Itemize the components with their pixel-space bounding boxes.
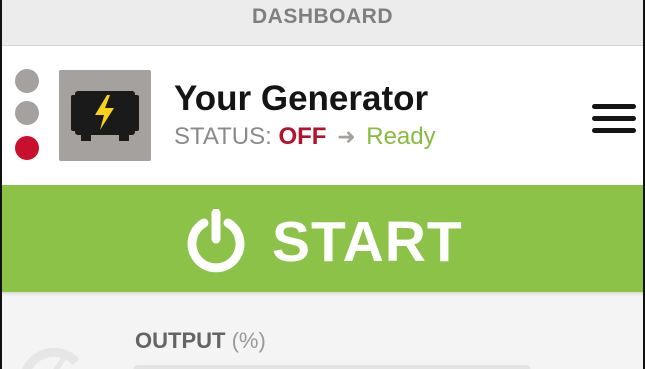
output-bar xyxy=(133,365,531,369)
start-button[interactable]: START xyxy=(2,185,643,292)
status-line: STATUS: OFF ➜ Ready xyxy=(174,123,436,151)
title-bar: DASHBOARD xyxy=(2,0,643,46)
app-screen: DASHBOARD Your Generator STATUS: OFF ➜ R… xyxy=(0,0,645,369)
power-icon xyxy=(187,209,245,273)
page-title: DASHBOARD xyxy=(252,5,393,28)
output-panel xyxy=(2,292,643,369)
status-label: STATUS: xyxy=(174,123,272,150)
output-title: OUTPUT (%) xyxy=(135,328,266,354)
generator-icon xyxy=(59,70,151,161)
hamburger-icon-bar xyxy=(592,116,636,121)
indicator-dot-2 xyxy=(15,101,39,125)
generator-name: Your Generator xyxy=(174,79,429,118)
generator-glyph xyxy=(71,91,139,141)
menu-button[interactable] xyxy=(589,100,639,138)
status-current: OFF xyxy=(278,123,327,150)
panel-shadow xyxy=(2,292,643,296)
output-label: OUTPUT xyxy=(135,328,226,353)
hamburger-icon-bar xyxy=(592,128,636,133)
start-button-label: START xyxy=(272,210,463,274)
status-next: Ready xyxy=(366,123,436,150)
gauge-icon xyxy=(22,347,80,369)
indicator-dot-3 xyxy=(15,136,39,160)
hamburger-icon xyxy=(592,104,636,109)
output-unit: (%) xyxy=(231,328,266,353)
indicator-dot-1 xyxy=(15,69,39,93)
generator-header: Your Generator STATUS: OFF ➜ Ready xyxy=(2,46,643,185)
arrow-right-icon: ➜ xyxy=(337,124,356,149)
